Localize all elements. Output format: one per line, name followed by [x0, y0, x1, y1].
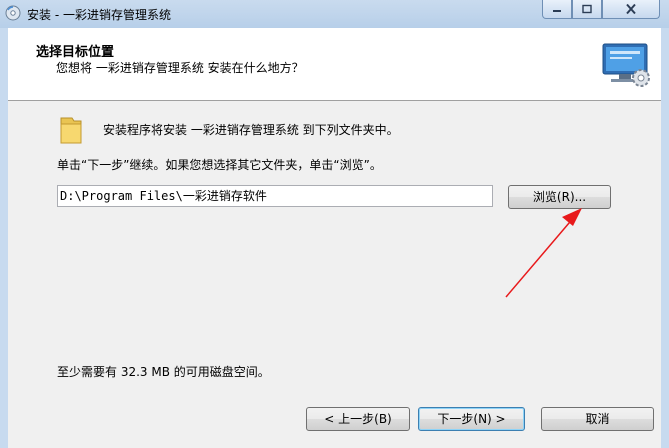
annotation-arrow [505, 208, 582, 298]
intro-text: 安装程序将安装 一彩进销存管理系统 到下列文件夹中。 [103, 123, 399, 137]
window-frame-right [661, 28, 669, 448]
browse-button[interactable]: 浏览(R)... [508, 185, 611, 209]
close-button[interactable] [602, 0, 660, 19]
next-button[interactable]: 下一步(N) > [418, 407, 525, 431]
instruction-text: 单击“下一步”继续。如果您想选择其它文件夹，单击“浏览”。 [57, 158, 382, 172]
maximize-icon [582, 4, 592, 14]
computer-gear-icon [602, 43, 650, 87]
minimize-button[interactable] [542, 0, 572, 19]
setup-disc-icon [5, 5, 21, 21]
close-icon [626, 3, 636, 15]
wizard-body: 安装程序将安装 一彩进销存管理系统 到下列文件夹中。 单击“下一步”继续。如果您… [8, 101, 661, 448]
minimize-icon [553, 10, 561, 12]
window-frame-left [0, 28, 8, 448]
page-title: 选择目标位置 [36, 45, 115, 60]
page-subtitle: 您想将 一彩进销存管理系统 安装在什么地方？ [56, 61, 304, 75]
back-button[interactable]: < 上一步(B) [306, 407, 410, 431]
title-bar[interactable]: 安装 - 一彩进销存管理系统 [0, 0, 669, 29]
disk-space-text: 至少需要有 32.3 MB 的可用磁盘空间。 [57, 365, 270, 379]
install-path-input[interactable]: D:\Program Files\一彩进销存软件 [57, 185, 493, 207]
maximize-button[interactable] [572, 0, 602, 19]
wizard-header: 选择目标位置 您想将 一彩进销存管理系统 安装在什么地方？ [8, 28, 661, 101]
folder-icon [60, 117, 82, 144]
window-title: 安装 - 一彩进销存管理系统 [27, 8, 171, 22]
cancel-button[interactable]: 取消 [541, 407, 654, 431]
